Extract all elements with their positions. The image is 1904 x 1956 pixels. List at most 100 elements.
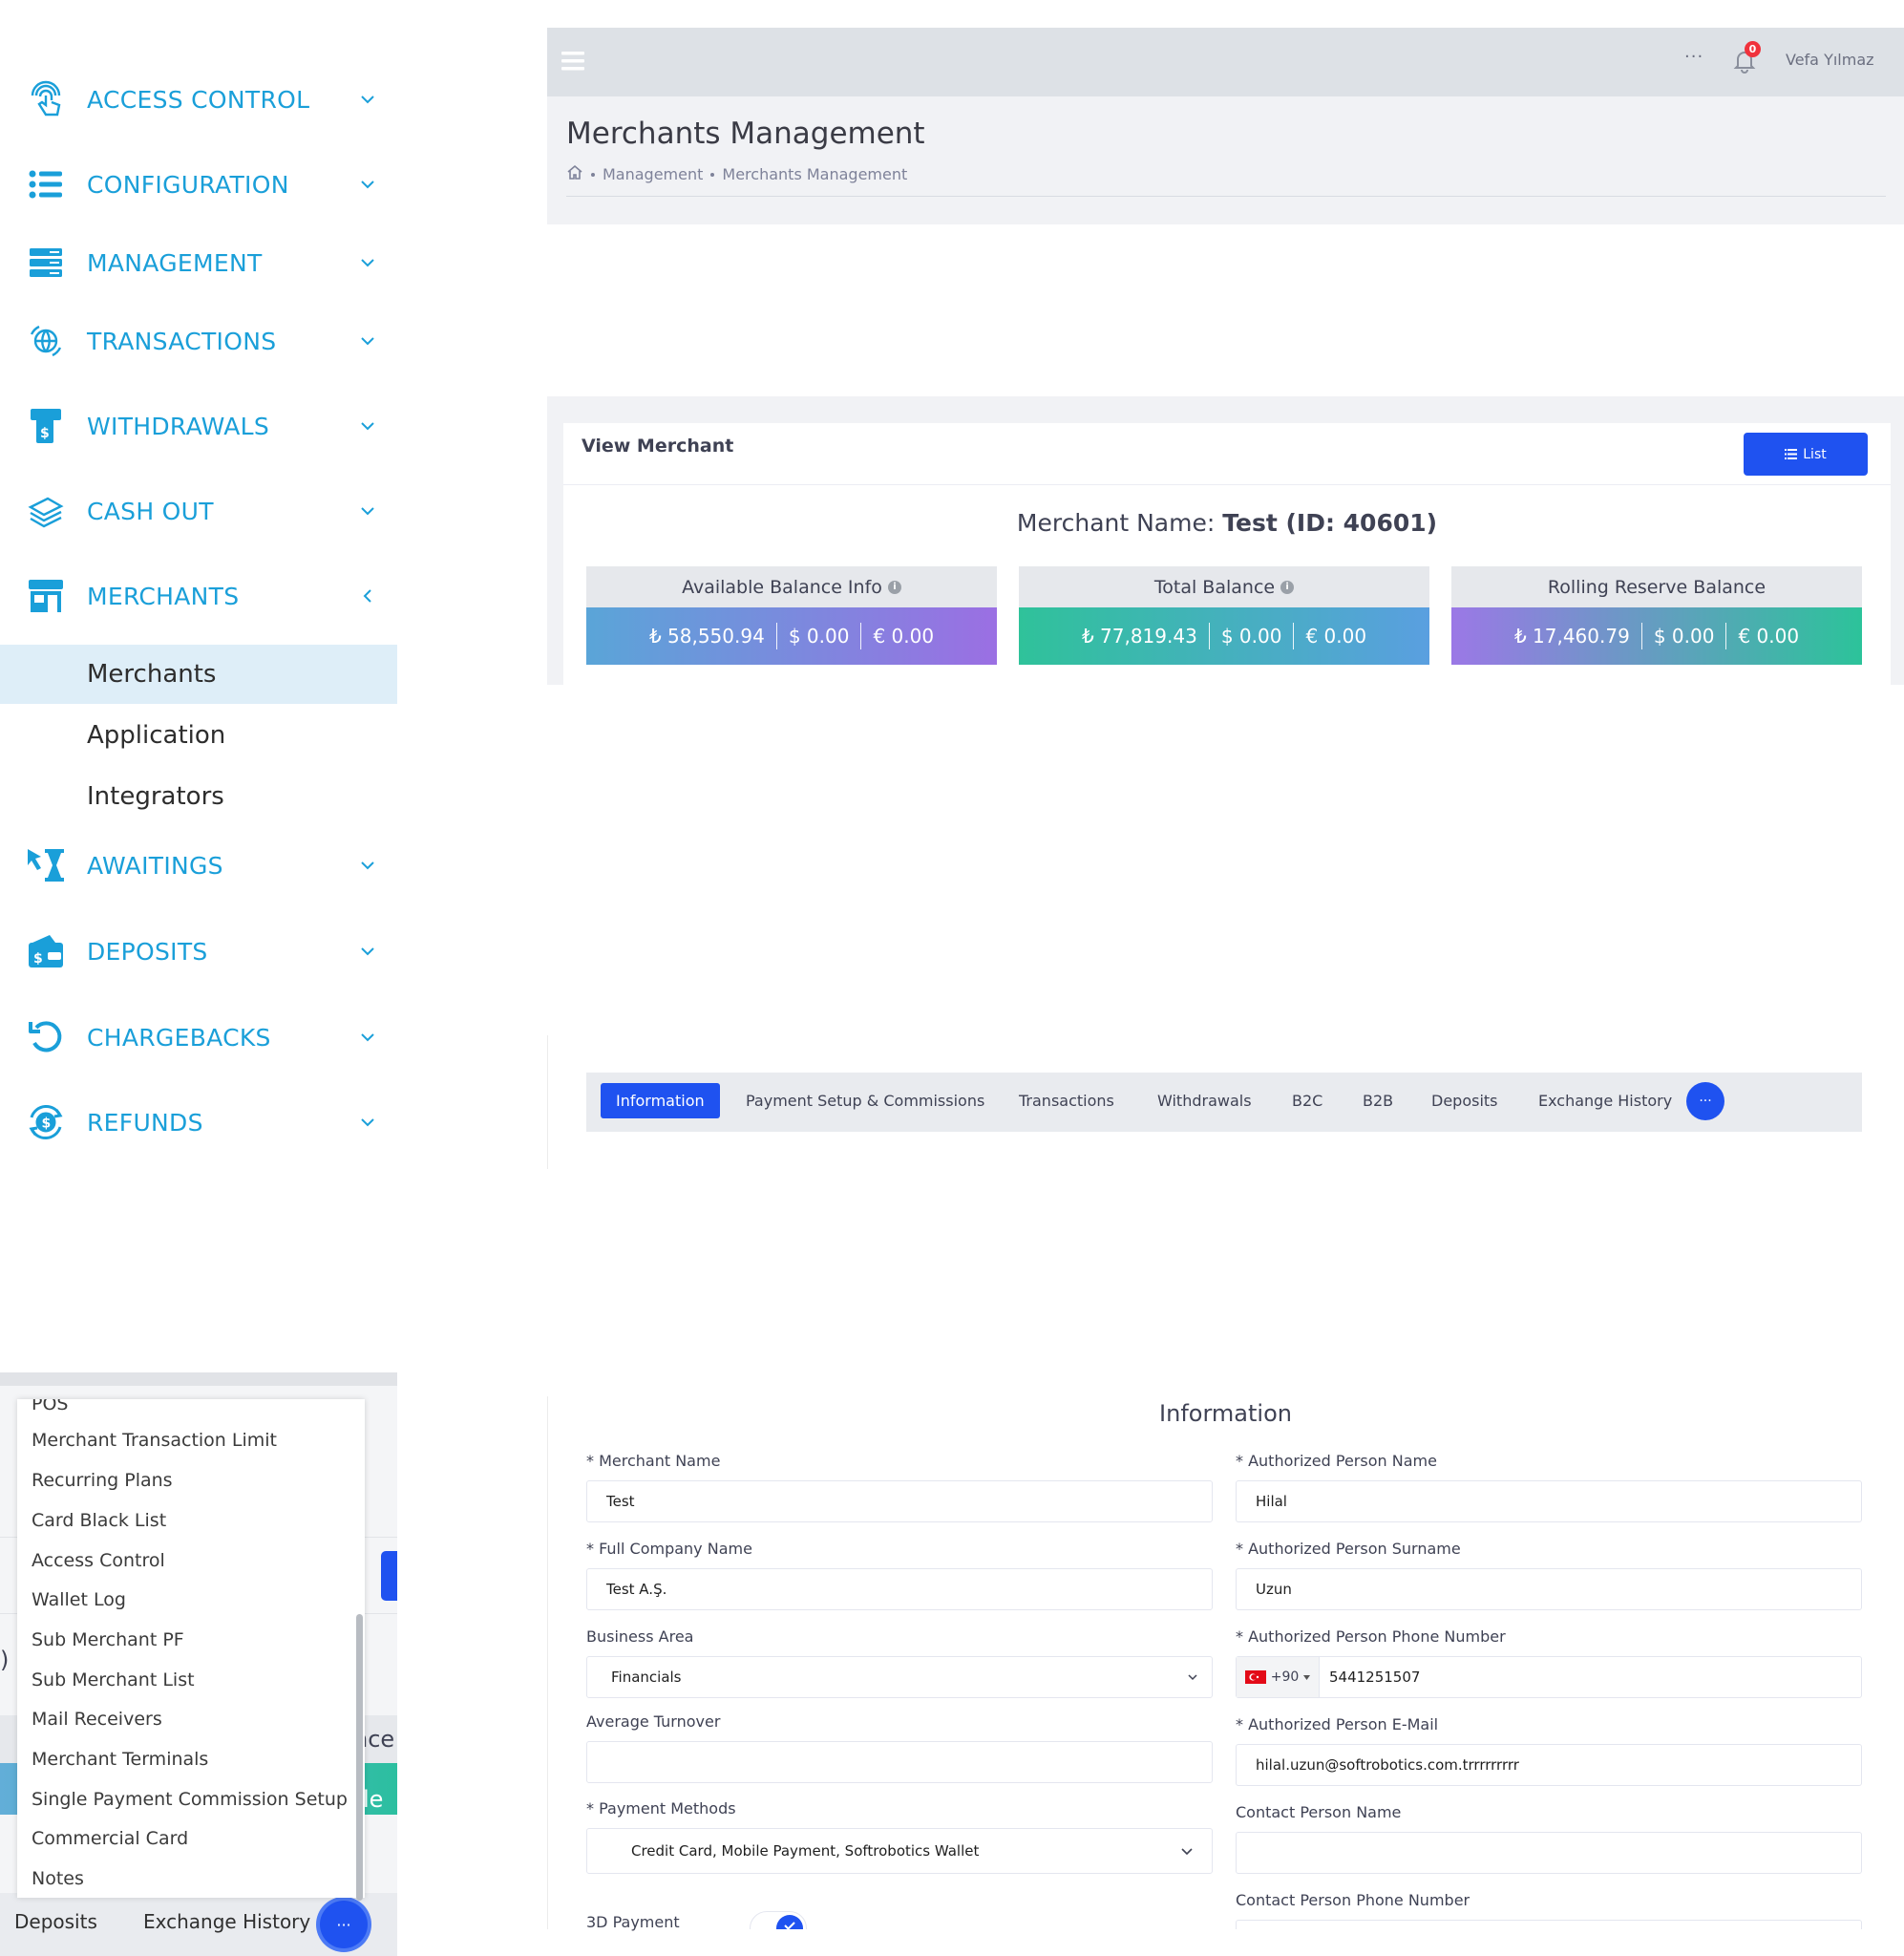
more-tabs-dropdown: POS Merchant Transaction Limit Recurring…: [17, 1399, 365, 1898]
chevron-down-icon: [361, 181, 374, 189]
more-tabs-button[interactable]: ···: [1686, 1082, 1724, 1120]
contact-person-phone-label: Contact Person Phone Number: [1236, 1891, 1470, 1909]
contact-person-phone-field[interactable]: [1236, 1920, 1862, 1929]
dropdown-item[interactable]: Wallet Log: [32, 1589, 126, 1610]
breadcrumb-item[interactable]: Merchants Management: [722, 165, 907, 183]
chevron-down-icon: [1181, 1848, 1193, 1856]
list-button[interactable]: List: [1744, 433, 1868, 476]
caret-down-icon: [1303, 1674, 1311, 1680]
sidebar-item-label: CONFIGURATION: [87, 170, 289, 199]
sidebar-item-transactions[interactable]: TRANSACTIONS: [0, 308, 397, 374]
sidebar-item-merchants[interactable]: MERCHANTS: [0, 563, 397, 629]
sidebar-item-chargebacks[interactable]: CHARGEBACKS: [0, 1004, 397, 1071]
info-icon[interactable]: i: [1280, 580, 1295, 594]
chevron-down-icon: [361, 1033, 374, 1042]
full-company-name-field[interactable]: Test A.Ş.: [586, 1568, 1213, 1610]
sidebar-subitem-merchants[interactable]: Merchants: [0, 645, 397, 704]
balance-usd: $ 0.00: [788, 625, 850, 648]
dropdown-item[interactable]: Mail Receivers: [32, 1709, 162, 1730]
sidebar-item-management[interactable]: MANAGEMENT: [0, 229, 397, 296]
tab-transactions[interactable]: Transactions: [1019, 1083, 1114, 1118]
contact-person-name-field[interactable]: [1236, 1832, 1862, 1874]
chevron-down-icon: [361, 1118, 374, 1127]
chevron-left-icon: [363, 589, 371, 603]
sidebar-item-label: REFUNDS: [87, 1108, 203, 1137]
average-turnover-field[interactable]: [586, 1741, 1213, 1783]
info-icon[interactable]: i: [887, 580, 901, 594]
dropdown-item[interactable]: Commercial Card: [32, 1828, 188, 1849]
more-tabs-button[interactable]: ···: [320, 1901, 368, 1948]
dropdown-item[interactable]: Recurring Plans: [32, 1470, 173, 1491]
dropdown-item[interactable]: Sub Merchant PF: [32, 1629, 184, 1650]
3d-payment-toggle[interactable]: [750, 1911, 807, 1929]
sidebar-subitem-application[interactable]: Application: [0, 706, 397, 765]
chevron-down-icon: [361, 507, 374, 516]
authorized-person-email-field[interactable]: hilal.uzun@softrobotics.com.trrrrrrrrr: [1236, 1744, 1862, 1786]
dropdown-item[interactable]: Single Payment Commission Setup: [32, 1789, 348, 1810]
sidebar-item-refunds[interactable]: $ REFUNDS: [0, 1089, 397, 1156]
dropdown-item[interactable]: Notes: [32, 1868, 84, 1889]
sidebar-item-label: DEPOSITS: [87, 937, 208, 966]
more-options-icon[interactable]: ···: [1684, 47, 1703, 67]
tab-b2b[interactable]: B2B: [1363, 1083, 1393, 1118]
tab-deposits[interactable]: Deposits: [1431, 1083, 1498, 1118]
cash-stack-icon: [25, 490, 67, 532]
sidebar-item-access-control[interactable]: ACCESS CONTROL: [0, 66, 397, 133]
authorized-person-surname-field[interactable]: Uzun: [1236, 1568, 1862, 1610]
tab-exchange-history[interactable]: Exchange History: [143, 1910, 310, 1933]
merchant-name-heading: Merchant Name: Test (ID: 40601): [563, 509, 1891, 537]
dropdown-item[interactable]: Card Black List: [32, 1510, 166, 1531]
balance-card-values: ₺ 58,550.94 $ 0.00 € 0.00: [586, 607, 997, 665]
business-area-select[interactable]: Financials: [586, 1656, 1213, 1698]
sidebar-item-withdrawals[interactable]: $ WITHDRAWALS: [0, 393, 397, 459]
hamburger-menu-icon[interactable]: [561, 51, 584, 72]
list-button-partial[interactable]: [381, 1551, 397, 1601]
country-code-selector[interactable]: +90: [1237, 1657, 1320, 1697]
dropdown-scrollbar[interactable]: [356, 1614, 363, 1901]
authorized-person-phone-field[interactable]: +90 5441251507: [1236, 1656, 1862, 1698]
balance-card-title: Rolling Reserve Balance: [1547, 576, 1766, 598]
user-name[interactable]: Vefa Yılmaz: [1786, 51, 1874, 69]
sidebar-item-label: ACCESS CONTROL: [87, 85, 310, 114]
sidebar-item-awaitings[interactable]: AWAITINGS: [0, 832, 397, 899]
chevron-down-icon: [361, 422, 374, 431]
business-area-label: Business Area: [586, 1627, 694, 1646]
payment-methods-select[interactable]: Credit Card, Mobile Payment, Softrobotic…: [586, 1828, 1213, 1874]
phone-number-value: 5441251507: [1329, 1669, 1421, 1686]
sidebar-item-label: WITHDRAWALS: [87, 412, 270, 440]
balance-card-total: Total Balance i ₺ 77,819.43 $ 0.00 € 0.0…: [1019, 566, 1429, 665]
balance-try: ₺ 77,819.43: [1081, 625, 1197, 648]
divider: [566, 196, 1886, 197]
contact-person-name-label: Contact Person Name: [1236, 1803, 1402, 1821]
breadcrumb-item[interactable]: Management: [603, 165, 703, 183]
balance-card-values: ₺ 17,460.79 $ 0.00 € 0.00: [1451, 607, 1862, 665]
balance-eur: € 0.00: [873, 625, 935, 648]
tab-deposits[interactable]: Deposits: [14, 1910, 97, 1933]
store-icon: [25, 575, 67, 617]
dropdown-item[interactable]: Merchant Terminals: [32, 1749, 208, 1770]
sidebar-item-cash-out[interactable]: CASH OUT: [0, 478, 397, 544]
dropdown-item[interactable]: Access Control: [32, 1550, 165, 1571]
sidebar-item-configuration[interactable]: CONFIGURATION: [0, 151, 397, 218]
dropdown-item[interactable]: POS: [32, 1399, 68, 1414]
authorized-person-name-field[interactable]: Hilal: [1236, 1480, 1862, 1522]
tab-payment-setup[interactable]: Payment Setup & Commissions: [746, 1083, 984, 1118]
tab-withdrawals[interactable]: Withdrawals: [1157, 1083, 1252, 1118]
turkey-flag-icon: [1244, 1670, 1266, 1684]
notification-bell-icon[interactable]: 0: [1733, 41, 1761, 75]
fingerprint-touch-icon: [25, 78, 67, 120]
balance-card-available: Available Balance Info i ₺ 58,550.94 $ 0…: [586, 566, 997, 665]
balance-card-values: ₺ 77,819.43 $ 0.00 € 0.00: [1019, 607, 1429, 665]
balance-card-title: Total Balance: [1153, 576, 1276, 598]
tab-b2c[interactable]: B2C: [1292, 1083, 1322, 1118]
dropdown-item[interactable]: Sub Merchant List: [32, 1669, 195, 1690]
wallet-dollar-icon: $: [25, 930, 67, 972]
sidebar-item-deposits[interactable]: $ DEPOSITS: [0, 918, 397, 985]
merchant-name-field[interactable]: Test: [586, 1480, 1213, 1522]
home-icon[interactable]: [566, 164, 583, 184]
tab-information[interactable]: Information: [601, 1083, 720, 1118]
dropdown-item[interactable]: Merchant Transaction Limit: [32, 1430, 277, 1451]
tab-exchange-history[interactable]: Exchange History: [1538, 1083, 1672, 1118]
sidebar-item-label: CHARGEBACKS: [87, 1023, 271, 1052]
sidebar-subitem-integrators[interactable]: Integrators: [0, 767, 397, 826]
